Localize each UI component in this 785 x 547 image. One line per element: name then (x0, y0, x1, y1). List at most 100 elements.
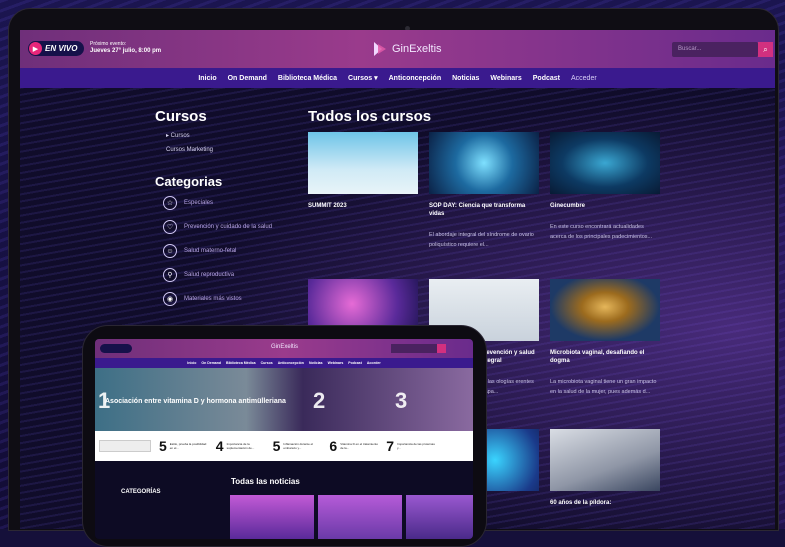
ticker-number: 4 (215, 438, 224, 454)
tablet-categories-title: CATEGORÍAS (121, 489, 161, 495)
nav-inicio[interactable]: Inicio (198, 75, 216, 82)
category-especiales[interactable]: ☆ Especiales (163, 196, 213, 210)
nav-podcast[interactable]: Podcast (533, 75, 560, 82)
tablet-news-thumbnails (230, 495, 473, 539)
course-title: SOP DAY: Ciencia que transforma vidas (429, 203, 526, 217)
course-card[interactable]: 60 años de la píldora: (550, 429, 660, 507)
categories-title: Categorias (155, 174, 223, 189)
uterus-icon: ⚲ (163, 268, 177, 282)
tablet-nav-item[interactable]: Biblioteca Médica (226, 361, 256, 365)
next-event: Próximo evento: Jueves 27° julio, 8:00 p… (90, 41, 161, 55)
category-materno-fetal[interactable]: ☺ Salud materno-fetal (163, 244, 236, 258)
category-label: Prevención y cuidado de la salud (184, 224, 273, 230)
course-card[interactable]: Ginecumbre En este curso encontrará actu… (550, 132, 660, 242)
course-description: La microbiota vaginal tiene un gran impa… (550, 379, 657, 395)
hero-number: 2 (313, 388, 326, 413)
top-bar: ▶ EN VIVO Próximo evento: Jueves 27° jul… (20, 30, 775, 68)
courses-title: Todos los cursos (308, 108, 432, 125)
tablet-search-input[interactable] (391, 344, 437, 353)
ticker-text: Estilo, prueba la posibilidad en el... (169, 442, 207, 450)
ticker-text: Importancia de las proteínas y... (396, 442, 435, 450)
brand-mark-icon (374, 42, 386, 56)
category-label: Salud materno-fetal (184, 248, 237, 254)
tablet-nav-item[interactable]: Acceder (367, 361, 381, 365)
nav-biblioteca[interactable]: Biblioteca Médica (278, 75, 337, 82)
ticker-number: 6 (329, 438, 338, 454)
ticker-item[interactable]: 4 Importancia de la suplementación de... (216, 438, 265, 454)
main-nav: Inicio On Demand Biblioteca Médica Curso… (20, 68, 775, 88)
tablet-nav-item[interactable]: Noticias (309, 361, 323, 365)
play-icon: ▶ (29, 42, 42, 55)
tablet-brand[interactable]: GinExeltis (271, 344, 298, 350)
tablet-frame: GinExeltis Inicio On Demand Biblioteca M… (82, 325, 487, 547)
tablet-hero-carousel[interactable]: 1 Asociación entre vitamina D y hormona … (95, 368, 473, 431)
course-title: Microbiota vaginal, desafiando el dogma (550, 350, 645, 364)
tablet-news-title: Todas las noticias (231, 477, 300, 486)
category-label: Materiales más vistos (184, 296, 242, 302)
ticker-item[interactable]: 6 Vitamina D en el tratamiento de la... (329, 438, 378, 454)
course-title: SUMMIT 2023 (308, 203, 347, 209)
tablet-nav-item[interactable]: On Demand (201, 361, 221, 365)
course-card[interactable]: SOP DAY: Ciencia que transforma vidas El… (429, 132, 539, 250)
ticker-number: 5 (272, 438, 281, 454)
tablet-top-bar: GinExeltis (95, 339, 473, 358)
course-description: En este curso encontrará actualidades ac… (550, 224, 653, 240)
course-thumbnail (429, 132, 539, 194)
shield-heart-icon: ♡ (163, 220, 177, 234)
course-title: Ginecumbre (550, 203, 586, 209)
ticker-number: 5 (159, 438, 167, 454)
brand-name: GinExeltis (392, 43, 442, 55)
sidebar-link-cursos[interactable]: ▸ Cursos (166, 132, 190, 139)
nav-noticias[interactable]: Noticias (452, 75, 479, 82)
brand-logo[interactable]: GinExeltis (372, 40, 442, 58)
tablet-nav-item[interactable]: Webinars (328, 361, 344, 365)
ticker-input[interactable] (99, 440, 151, 452)
tablet-live-button[interactable] (100, 344, 132, 353)
search-button[interactable]: ⌕ (758, 42, 773, 57)
hero-title: Asociación entre vitamina D y hormona an… (105, 398, 286, 405)
next-event-date: Jueves 27° julio, 8:00 pm (90, 48, 162, 54)
sidebar-link-marketing[interactable]: Cursos Marketing (166, 147, 213, 153)
category-label: Salud reproductiva (184, 272, 235, 278)
news-thumbnail[interactable] (230, 495, 314, 539)
search-input[interactable]: Buscar... (672, 42, 758, 57)
live-label: EN VIVO (45, 44, 78, 53)
hero-number: 3 (395, 388, 408, 413)
course-thumbnail (550, 132, 660, 194)
tablet-nav-item[interactable]: Cursos (261, 361, 273, 365)
star-icon: ☆ (163, 196, 177, 210)
nav-cursos[interactable]: Cursos ▾ (348, 74, 378, 82)
tablet-nav-item[interactable]: Podcast (348, 361, 362, 365)
course-title: 60 años de la píldora: (550, 500, 612, 506)
course-thumbnail (308, 132, 418, 194)
live-button[interactable]: ▶ EN VIVO (28, 41, 84, 56)
category-mas-vistos[interactable]: ◉ Materiales más vistos (163, 292, 242, 306)
ticker-item[interactable]: 5 Estilo, prueba la posibilidad en el... (159, 438, 208, 454)
nav-acceder[interactable]: Acceder (571, 75, 597, 82)
ticker-item[interactable]: 5 Inflamación durante el embarazo y... (273, 438, 322, 454)
tablet-nav-item[interactable]: Inicio (187, 361, 196, 365)
ticker-text: Inflamación durante el embarazo y... (283, 442, 313, 450)
tablet-nav-item[interactable]: Anticoncepción (278, 361, 304, 365)
ticker-item[interactable]: 7 Importancia de las proteínas y... (386, 438, 435, 454)
nav-anticoncepcion[interactable]: Anticoncepción (389, 75, 442, 82)
tablet-search-button[interactable] (437, 344, 446, 353)
ticker-text: Importancia de la suplementación de... (226, 442, 255, 450)
category-prevencion[interactable]: ♡ Prevención y cuidado de la salud (163, 220, 272, 234)
nav-webinars[interactable]: Webinars (490, 75, 521, 82)
category-reproductiva[interactable]: ⚲ Salud reproductiva (163, 268, 234, 282)
tablet-ticker: 5 Estilo, prueba la posibilidad en el... … (95, 431, 473, 461)
course-card[interactable]: SUMMIT 2023 (308, 132, 418, 210)
course-description: El abordaje integral del síndrome de ova… (429, 232, 534, 248)
sidebar-title: Cursos (155, 108, 207, 125)
news-thumbnail[interactable] (318, 495, 402, 539)
course-card[interactable]: Microbiota vaginal, desafiando el dogma … (550, 279, 660, 397)
course-thumbnail (550, 279, 660, 341)
ticker-text: Vitamina D en el tratamiento de la... (340, 442, 378, 450)
tablet-screen: GinExeltis Inicio On Demand Biblioteca M… (95, 339, 473, 539)
nav-on-demand[interactable]: On Demand (228, 75, 267, 82)
eye-icon: ◉ (163, 292, 177, 306)
category-label: Especiales (184, 200, 214, 206)
tablet-nav: Inicio On Demand Biblioteca Médica Curso… (95, 358, 473, 368)
news-thumbnail[interactable] (406, 495, 473, 539)
